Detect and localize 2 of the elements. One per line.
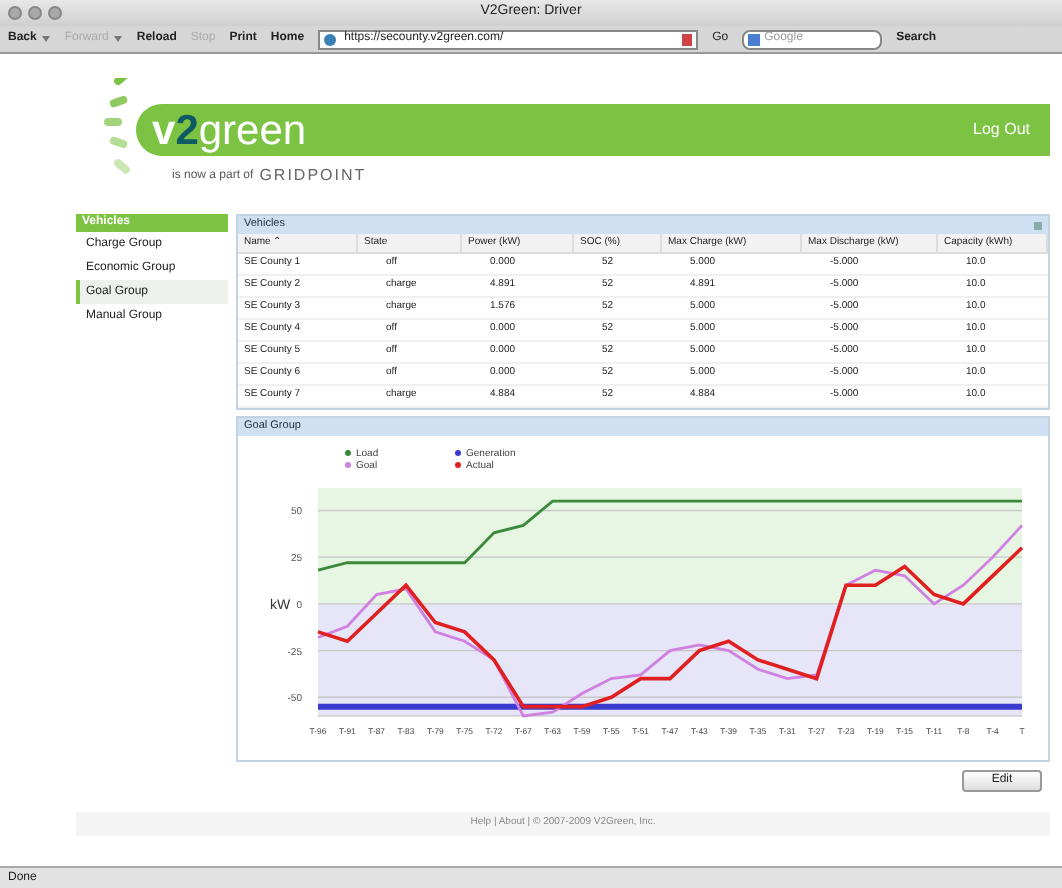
logo-wordmark: v2green: [152, 109, 307, 151]
partner-logo: GRIDPOINT: [259, 164, 367, 188]
